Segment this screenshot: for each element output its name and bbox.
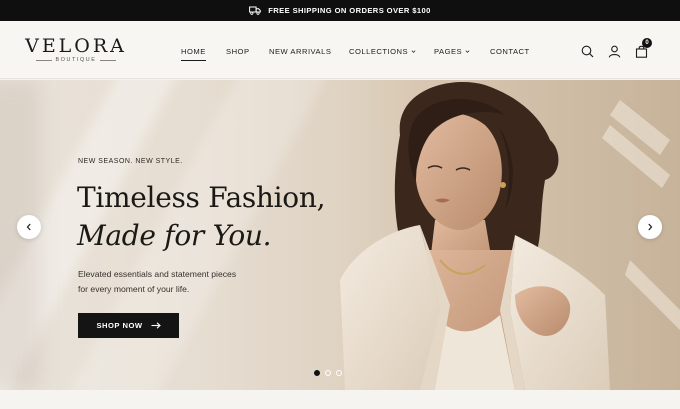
search-icon: [581, 45, 593, 57]
slide-dot-3[interactable]: [336, 370, 342, 376]
shop-now-button[interactable]: SHOP NOW: [78, 313, 179, 338]
truck-icon: [249, 6, 262, 15]
hero-banner: NEW SEASON. NEW STYLE. Timeless Fashion,…: [0, 80, 680, 390]
announcement-bar: FREE SHIPPING ON ORDERS OVER $100: [0, 0, 680, 21]
chevron-left-icon: [26, 223, 31, 231]
brand-name: VELORA: [25, 35, 127, 57]
search-button[interactable]: [579, 43, 595, 59]
nav-shop[interactable]: SHOP: [226, 47, 250, 56]
logo-rule-right: [100, 59, 117, 61]
hero-title-line-2: Made for You.: [77, 219, 272, 252]
cart-button[interactable]: 0: [633, 38, 652, 59]
slide-dot-2[interactable]: [325, 370, 331, 376]
slider-pagination: [314, 370, 342, 376]
cart-count-badge: 0: [642, 38, 652, 48]
logo-rule-left: [35, 59, 52, 61]
brand-tagline: BOUTIQUE: [55, 57, 97, 63]
account-button[interactable]: [606, 43, 622, 59]
chevron-down-icon: [465, 50, 470, 53]
user-icon: [608, 45, 620, 58]
hero-description-line-2: for every moment of your life.: [78, 284, 190, 294]
next-section-edge: [0, 390, 680, 409]
nav-shop-label: SHOP: [226, 47, 250, 56]
nav-home[interactable]: HOME: [181, 47, 206, 61]
hero-eyebrow: NEW SEASON. NEW STYLE.: [78, 158, 183, 165]
nav-home-label: HOME: [181, 47, 206, 56]
nav-pages-label: PAGES: [434, 47, 463, 56]
slide-dot-1[interactable]: [314, 370, 320, 376]
arrow-right-icon: [151, 322, 161, 329]
nav-collections[interactable]: COLLECTIONS: [349, 47, 416, 56]
next-slide-button[interactable]: [638, 215, 662, 239]
hero-model-image: [300, 80, 680, 390]
nav-contact[interactable]: CONTACT: [490, 47, 530, 56]
nav-new-arrivals-label: NEW ARRIVALS: [269, 47, 332, 56]
brand-logo[interactable]: VELORA BOUTIQUE: [25, 36, 127, 63]
hero-description-line-1: Elevated essentials and statement pieces: [78, 269, 237, 279]
chevron-down-icon: [411, 50, 416, 53]
nav-contact-label: CONTACT: [490, 47, 530, 56]
nav-collections-label: COLLECTIONS: [349, 47, 409, 56]
shop-now-label: SHOP NOW: [96, 321, 143, 330]
hero-title-line-1: Timeless Fashion,: [77, 181, 326, 214]
chevron-right-icon: [648, 223, 653, 231]
announcement-text: FREE SHIPPING ON ORDERS OVER $100: [268, 6, 431, 15]
site-header: VELORA BOUTIQUE HOME SHOP NEW ARRIVALS C…: [0, 21, 680, 79]
previous-slide-button[interactable]: [17, 215, 41, 239]
hero-description: Elevated essentials and statement pieces…: [78, 267, 268, 297]
nav-pages[interactable]: PAGES: [434, 47, 470, 56]
hero-title: Timeless Fashion, Made for You.: [77, 179, 325, 255]
nav-new-arrivals[interactable]: NEW ARRIVALS: [269, 47, 331, 56]
